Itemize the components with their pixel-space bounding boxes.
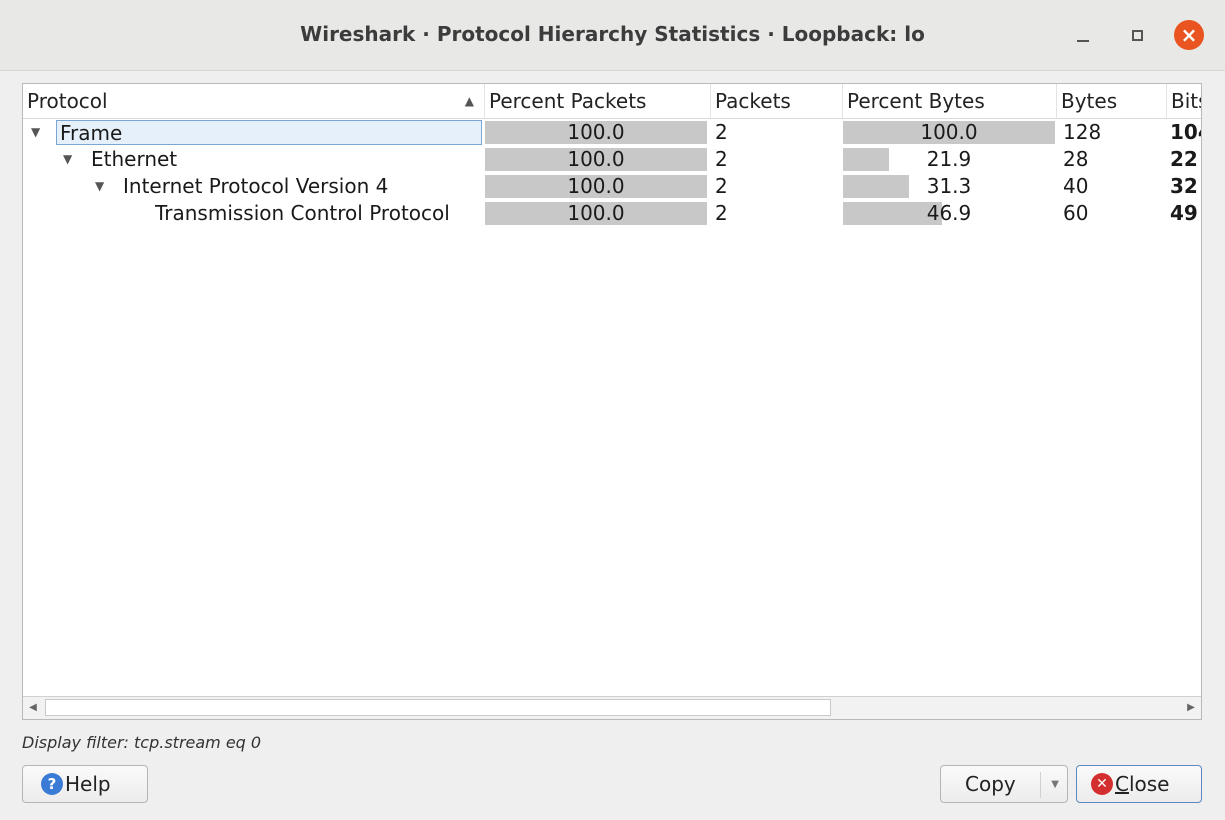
packets-cell: 2 <box>715 120 728 144</box>
column-header-label: Percent Packets <box>489 89 647 113</box>
percent-bytes-value: 100.0 <box>920 120 978 144</box>
scroll-left-icon[interactable]: ◀ <box>23 697 43 719</box>
percent-bytes-value: 21.9 <box>926 147 972 171</box>
percent-bytes-cell: 100.0 <box>843 119 1055 146</box>
scroll-right-icon[interactable]: ▶ <box>1181 697 1201 719</box>
copy-button[interactable]: Copy ▼ <box>940 765 1068 803</box>
close-label-rest: lose <box>1128 772 1170 796</box>
expand-arrow-icon[interactable]: ▼ <box>63 146 72 173</box>
maximize-icon <box>1131 29 1143 41</box>
copy-divider <box>1040 772 1041 798</box>
copy-button-label: Copy <box>965 772 1016 796</box>
column-header-packets[interactable]: Packets <box>711 84 843 118</box>
scrollbar-thumb[interactable] <box>45 699 831 716</box>
bytes-cell: 40 <box>1063 174 1089 198</box>
percent-bytes-cell: 46.9 <box>843 200 1055 227</box>
window-close-button[interactable]: × <box>1174 20 1204 50</box>
percent-bytes-bar <box>843 175 910 198</box>
percent-packets-cell: 100.0 <box>485 200 707 227</box>
expand-arrow-icon[interactable]: ▼ <box>95 173 104 200</box>
bytes-cell: 128 <box>1063 120 1102 144</box>
percent-packets-value: 100.0 <box>567 120 625 144</box>
percent-packets-cell: 100.0 <box>485 119 707 146</box>
horizontal-scrollbar[interactable]: ◀ ▶ <box>23 696 1201 719</box>
protocol-cell: Transmission Control Protocol <box>155 201 450 225</box>
column-header-bits[interactable]: Bits <box>1167 84 1201 118</box>
protocol-name: Frame <box>60 121 123 145</box>
close-icon: ✕ <box>1091 773 1113 795</box>
table-row[interactable]: ▼ Internet Protocol Version 4 100.0 2 31… <box>23 173 1201 200</box>
close-x-icon: × <box>1180 23 1198 47</box>
minimize-icon <box>1077 40 1089 42</box>
expand-arrow-icon[interactable]: ▼ <box>31 119 40 146</box>
table-row[interactable]: ▼ Frame 100.0 2 100.0 128 104 <box>23 119 1201 146</box>
column-header-protocol[interactable]: Protocol ▲ <box>23 84 485 118</box>
help-button[interactable]: ? Help <box>22 765 148 803</box>
column-header-label: Bits <box>1171 89 1201 113</box>
help-button-label: Help <box>65 772 111 796</box>
protocol-cell: Ethernet <box>91 147 178 171</box>
minimize-button[interactable] <box>1068 20 1098 50</box>
percent-bytes-cell: 21.9 <box>843 146 1055 173</box>
title-bar: Wireshark · Protocol Hierarchy Statistic… <box>0 0 1225 71</box>
column-header-label: Bytes <box>1061 89 1118 113</box>
window-title: Wireshark · Protocol Hierarchy Statistic… <box>300 22 925 46</box>
percent-packets-value: 100.0 <box>567 201 625 225</box>
percent-bytes-value: 46.9 <box>926 201 972 225</box>
column-header-percent-bytes[interactable]: Percent Bytes <box>843 84 1057 118</box>
protocol-hierarchy-tree[interactable]: Protocol ▲ Percent Packets Packets Perce… <box>22 83 1202 720</box>
column-header-bytes[interactable]: Bytes <box>1057 84 1167 118</box>
protocol-cell: Frame <box>56 120 482 145</box>
protocol-cell: Internet Protocol Version 4 <box>123 174 389 198</box>
bytes-cell: 60 <box>1063 201 1089 225</box>
bits-cell: 49 <box>1170 201 1198 225</box>
bits-cell: 22 <box>1170 147 1198 171</box>
column-header-row: Protocol ▲ Percent Packets Packets Perce… <box>23 84 1201 119</box>
packets-cell: 2 <box>715 147 728 171</box>
percent-bytes-bar <box>843 148 890 171</box>
table-row[interactable]: ▼ Ethernet 100.0 2 21.9 28 22 <box>23 146 1201 173</box>
sort-ascending-icon: ▲ <box>464 94 474 108</box>
maximize-button[interactable] <box>1122 20 1152 50</box>
packets-cell: 2 <box>715 174 728 198</box>
bits-cell: 32 <box>1170 174 1198 198</box>
column-header-percent-packets[interactable]: Percent Packets <box>485 84 711 118</box>
display-filter-label: Display filter: tcp.stream eq 0 <box>22 733 262 752</box>
percent-packets-cell: 100.0 <box>485 173 707 200</box>
packets-cell: 2 <box>715 201 728 225</box>
column-header-label: Percent Bytes <box>847 89 985 113</box>
percent-packets-value: 100.0 <box>567 174 625 198</box>
help-icon: ? <box>41 773 63 795</box>
table-row[interactable]: Transmission Control Protocol 100.0 2 46… <box>23 200 1201 227</box>
close-button-label: Close <box>1115 772 1170 796</box>
bytes-cell: 28 <box>1063 147 1089 171</box>
percent-bytes-value: 31.3 <box>926 174 972 198</box>
percent-packets-value: 100.0 <box>567 147 625 171</box>
dropdown-arrow-icon[interactable]: ▼ <box>1051 766 1059 804</box>
close-button[interactable]: ✕ Close <box>1076 765 1202 803</box>
column-header-label: Protocol <box>27 89 108 113</box>
bits-cell: 104 <box>1170 120 1201 144</box>
column-header-label: Packets <box>715 89 791 113</box>
close-accelerator: C <box>1115 772 1129 796</box>
percent-bytes-cell: 31.3 <box>843 173 1055 200</box>
percent-packets-cell: 100.0 <box>485 146 707 173</box>
